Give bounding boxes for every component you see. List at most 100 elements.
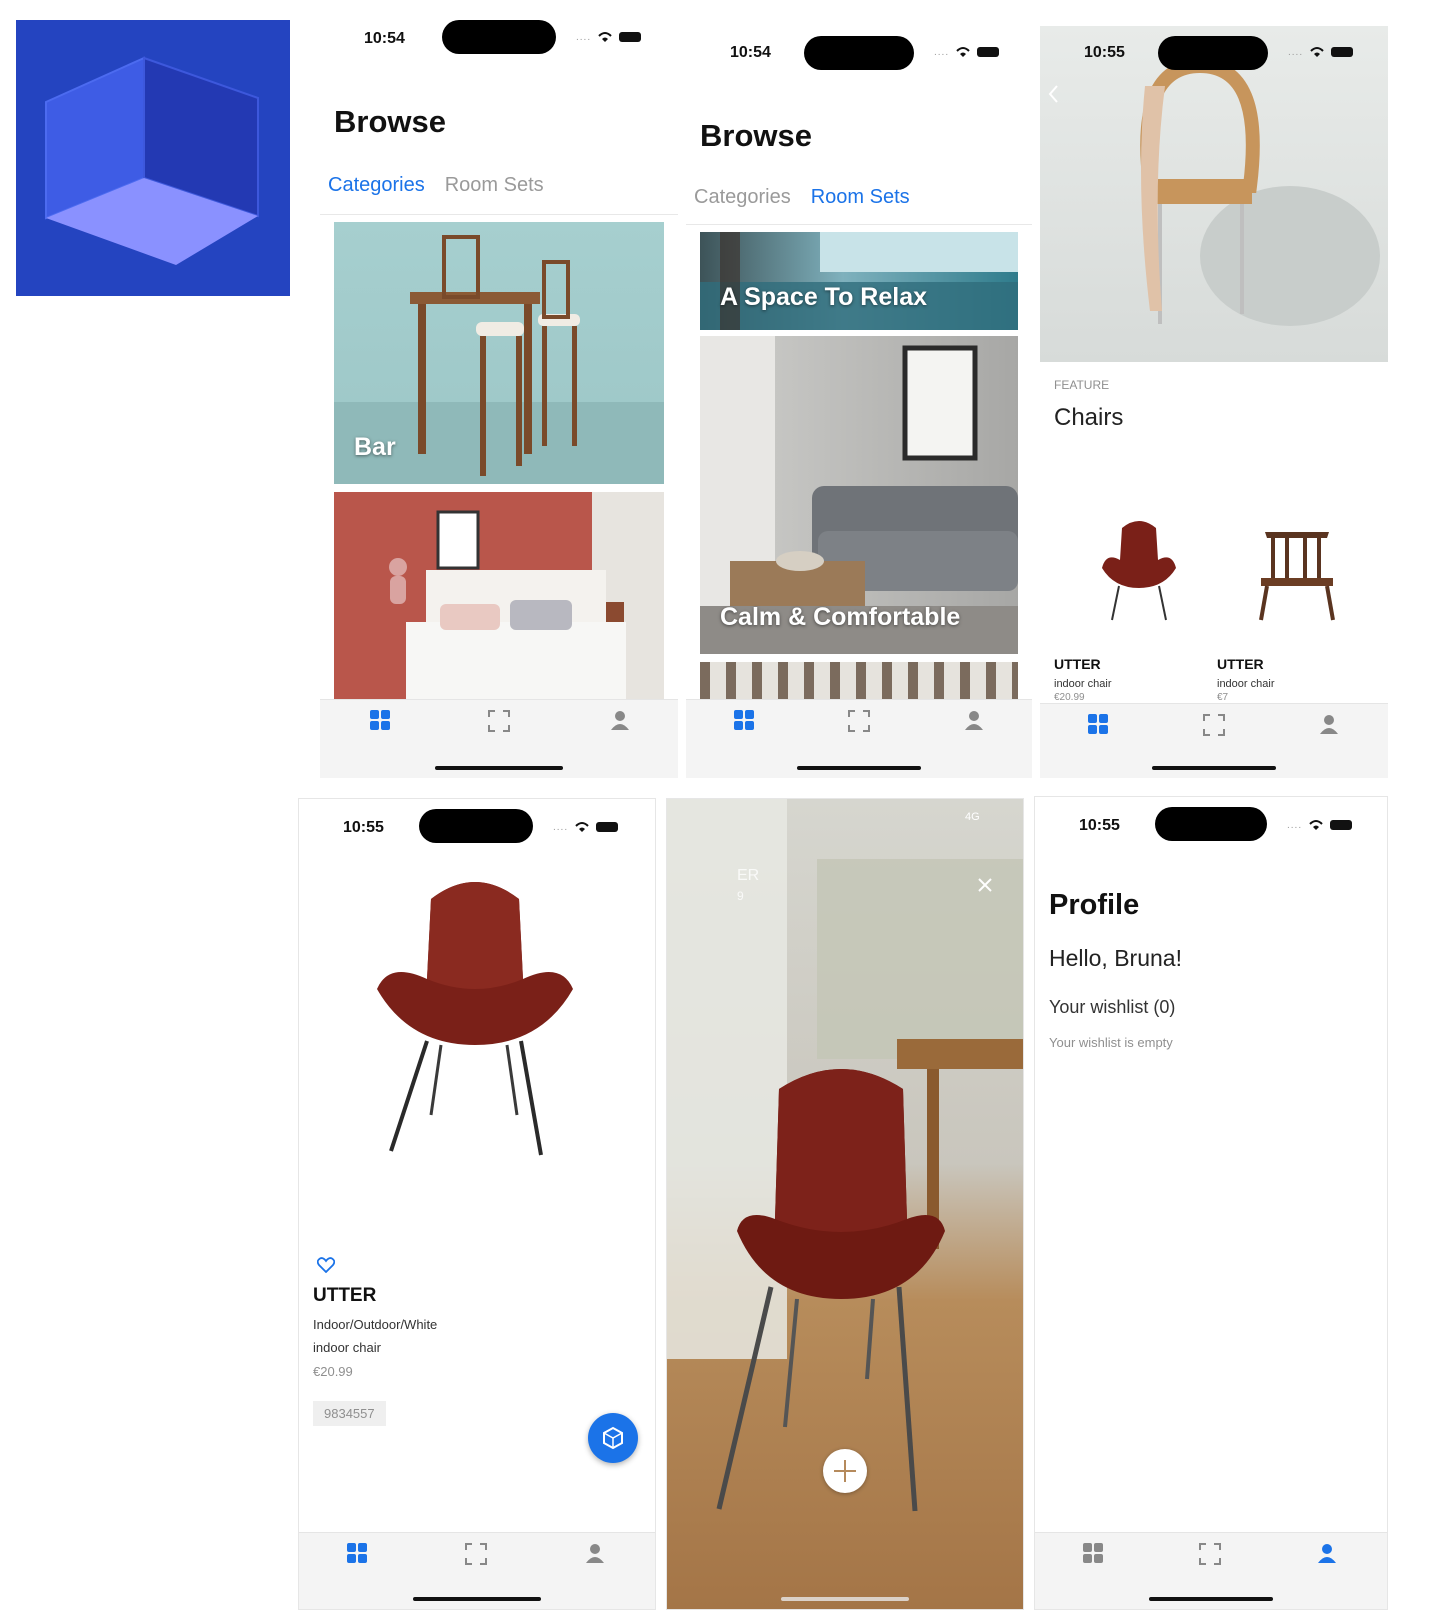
wifi-icon xyxy=(956,47,970,57)
product-price: €7 xyxy=(1217,692,1229,703)
grid-icon[interactable] xyxy=(1083,1543,1103,1563)
product-detail-screen: 10:55 .... UTTER Indoor/Outdoor/White in… xyxy=(298,798,656,1610)
feature-hero-image xyxy=(1040,26,1388,362)
feature-overline: FEATURE xyxy=(1054,378,1110,392)
dynamic-island xyxy=(804,36,914,70)
home-indicator xyxy=(435,766,563,770)
status-time: 10:54 xyxy=(364,30,405,47)
card-label: Bar xyxy=(354,433,396,461)
close-icon[interactable] xyxy=(977,877,993,893)
product-type: indoor chair xyxy=(313,1340,381,1355)
battery-icon xyxy=(596,822,619,832)
chair-red-thumbnail xyxy=(1102,521,1176,621)
ar-scan-icon[interactable] xyxy=(488,710,510,732)
tab-bar xyxy=(320,699,678,778)
app-logo-icon xyxy=(16,20,290,296)
roomset-card-next[interactable] xyxy=(700,662,1018,704)
ar-overlay-name: ER xyxy=(737,867,760,884)
wifi-icon xyxy=(598,32,612,42)
wifi-icon xyxy=(1309,820,1323,830)
product-price: €20.99 xyxy=(1054,692,1085,703)
bedroom-illustration xyxy=(389,492,664,704)
status-icons: .... xyxy=(576,31,642,43)
grid-icon[interactable] xyxy=(1088,714,1108,734)
status-icons: .... xyxy=(553,821,619,833)
product-price: €20.99 xyxy=(313,1364,353,1379)
browse-roomsets-screen: 10:54 .... Browse Categories Room Sets A… xyxy=(686,12,1032,778)
segmented-tabs: Categories Room Sets xyxy=(328,174,544,197)
greeting-text: Hello, Bruna! xyxy=(1049,945,1182,971)
tabs-divider xyxy=(320,214,678,215)
tab-categories[interactable]: Categories xyxy=(328,174,425,197)
place-object-button[interactable] xyxy=(823,1449,867,1493)
chair-3d-model[interactable] xyxy=(371,869,581,1169)
product-card[interactable]: UTTER indoor chair €7 xyxy=(1217,496,1367,703)
dynamic-island xyxy=(419,809,533,843)
battery-icon xyxy=(1330,820,1353,830)
tab-categories[interactable]: Categories xyxy=(694,186,791,209)
ar-scan-icon[interactable] xyxy=(848,710,870,732)
roomset-card-relax[interactable]: A Space To Relax xyxy=(700,232,1018,330)
ar-scan-icon[interactable] xyxy=(465,1543,487,1565)
tab-bar xyxy=(299,1532,655,1609)
status-time: 10:55 xyxy=(343,819,384,836)
profile-icon[interactable] xyxy=(585,1543,605,1563)
dynamic-island xyxy=(1158,36,1268,70)
dynamic-island xyxy=(1155,807,1267,841)
tab-room-sets[interactable]: Room Sets xyxy=(811,186,910,209)
tab-bar xyxy=(1035,1532,1387,1609)
product-card[interactable]: UTTER indoor chair €20.99 xyxy=(1054,496,1204,703)
battery-icon xyxy=(1331,47,1354,57)
category-card-bar[interactable]: Bar xyxy=(334,222,664,484)
roomset-card-calm[interactable]: Calm & Comfortable xyxy=(700,336,1018,654)
profile-icon[interactable] xyxy=(1317,1543,1337,1563)
tab-bar xyxy=(1040,703,1388,778)
home-indicator xyxy=(413,1597,541,1601)
tab-bar xyxy=(686,699,1032,778)
ar-scan-icon[interactable] xyxy=(1199,1543,1221,1565)
wifi-icon xyxy=(575,822,589,832)
back-chevron-icon[interactable] xyxy=(1046,84,1062,104)
ar-cube-icon xyxy=(603,1426,623,1450)
page-title: Profile xyxy=(1049,889,1140,921)
profile-icon[interactable] xyxy=(964,710,984,730)
ar-scan-icon[interactable] xyxy=(1203,714,1225,736)
category-card-bedroom[interactable] xyxy=(334,492,664,704)
grid-icon[interactable] xyxy=(347,1543,367,1563)
browse-categories-screen: 10:54 .... Browse Categories Room Sets B… xyxy=(320,0,678,778)
battery-icon xyxy=(619,32,642,42)
sku-badge: 9834557 xyxy=(313,1401,386,1426)
status-icons: .... xyxy=(1287,819,1353,831)
heart-icon[interactable] xyxy=(317,1257,335,1273)
plus-icon xyxy=(834,1460,856,1482)
product-name: UTTER xyxy=(313,1285,377,1306)
home-indicator xyxy=(1149,1597,1273,1601)
profile-icon[interactable] xyxy=(610,710,630,730)
tab-room-sets[interactable]: Room Sets xyxy=(445,174,544,197)
product-type: indoor chair xyxy=(1217,678,1275,690)
status-icons: .... xyxy=(934,46,1000,58)
wifi-icon xyxy=(1310,47,1324,57)
chair-wood-thumbnail xyxy=(1259,532,1335,621)
product-type: indoor chair xyxy=(1054,678,1112,690)
bathroom-illustration xyxy=(700,232,1018,330)
chairs-feature-screen: 10:55 .... FEATURE Chairs UTTER indoor c… xyxy=(1040,26,1388,778)
page-title: Browse xyxy=(700,118,812,153)
ar-camera-screen: 4G ER 9 xyxy=(666,798,1024,1610)
tabs-divider xyxy=(686,224,1032,225)
view-in-ar-button[interactable] xyxy=(588,1413,638,1463)
status-time: 10:55 xyxy=(1079,817,1120,834)
status-time: 10:55 xyxy=(1084,44,1125,61)
wishlist-title: Your wishlist (0) xyxy=(1049,997,1176,1017)
dynamic-island xyxy=(442,20,556,54)
grid-icon[interactable] xyxy=(734,710,754,730)
card-label: Calm & Comfortable xyxy=(720,603,961,631)
profile-icon[interactable] xyxy=(1319,714,1339,734)
network-indicator: 4G xyxy=(965,811,980,823)
status-icons: .... xyxy=(1288,46,1354,58)
profile-screen: 10:55 .... Profile Hello, Bruna! Your wi… xyxy=(1034,796,1388,1610)
product-name: UTTER xyxy=(1217,656,1264,672)
home-indicator xyxy=(797,766,921,770)
grid-icon[interactable] xyxy=(370,710,390,730)
product-name: UTTER xyxy=(1054,656,1101,672)
